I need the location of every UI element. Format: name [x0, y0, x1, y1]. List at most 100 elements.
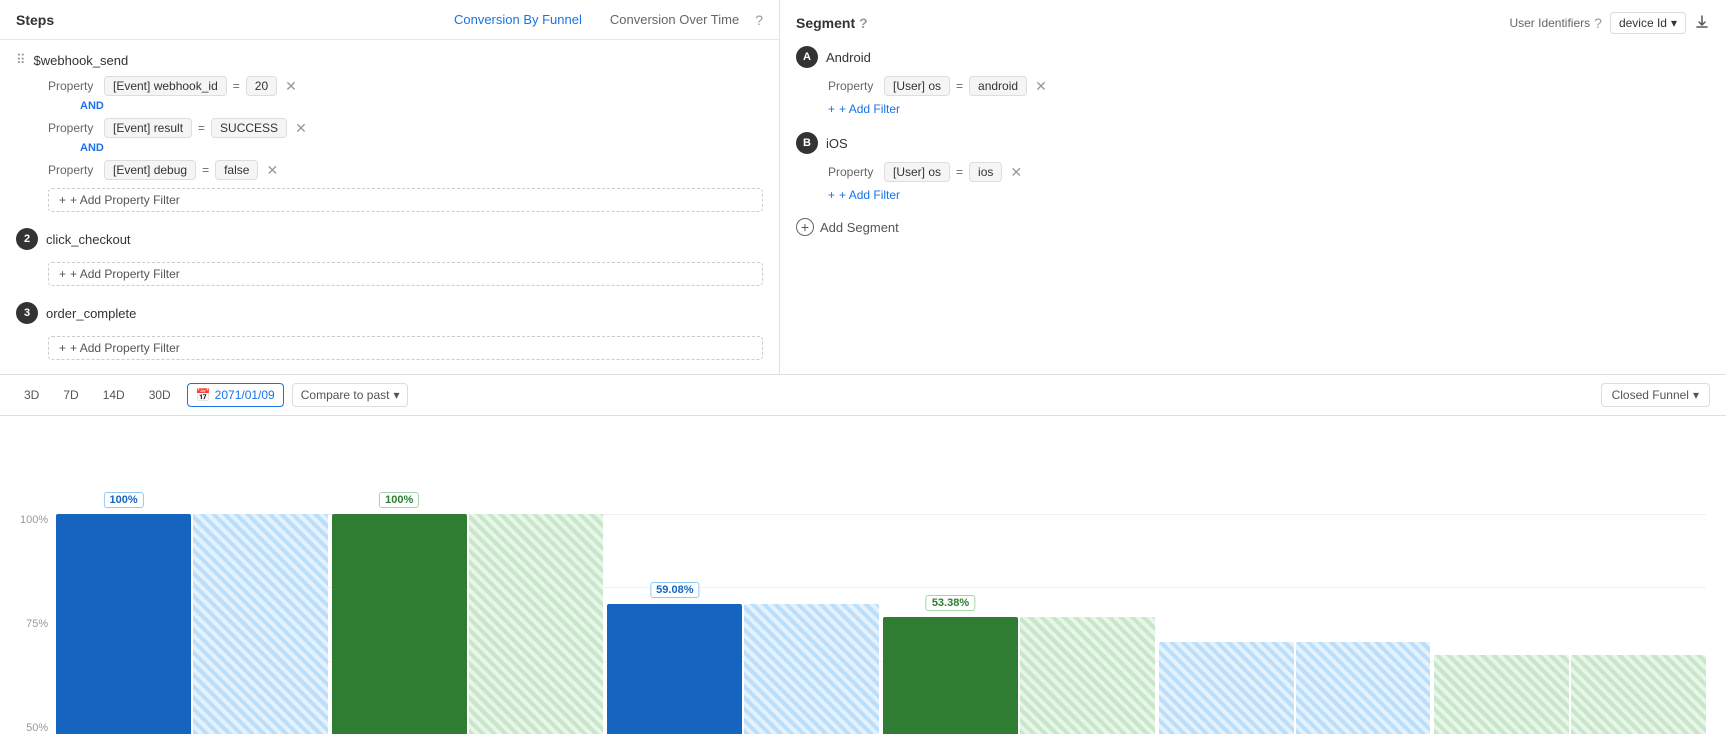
filter-row: Property [User] os = android ✕ [828, 76, 1710, 96]
date-picker-btn[interactable]: 📅 2071/01/09 [187, 383, 284, 407]
bar [1571, 655, 1706, 734]
segment-group-header: A Android [796, 46, 1710, 68]
tab-buttons: Conversion By Funnel Conversion Over Tim… [442, 8, 763, 31]
add-property-filter-btn-2[interactable]: + + Add Property Filter [48, 262, 763, 286]
add-property-filter-btn-3[interactable]: + + Add Property Filter [48, 336, 763, 360]
device-id-dropdown[interactable]: device Id ▾ [1610, 12, 1686, 34]
bar-label: 100% [379, 492, 419, 508]
segment-controls: User Identifiers ? device Id ▾ [1509, 12, 1710, 34]
segment-ios-filters: Property [User] os = ios ✕ + + Add Filte… [828, 162, 1710, 202]
add-filter-label: + Add Property Filter [70, 341, 180, 355]
drag-handle[interactable]: ⠿ [16, 52, 26, 68]
add-segment-label: Add Segment [820, 220, 899, 235]
compare-btn[interactable]: Compare to past ▾ [292, 383, 409, 407]
time-btn-30d[interactable]: 30D [141, 384, 179, 406]
chevron-down-icon: ▾ [1693, 388, 1699, 402]
time-btn-7d[interactable]: 7D [55, 384, 86, 406]
filter-value: SUCCESS [211, 118, 287, 138]
bar [469, 514, 604, 734]
bar [1296, 642, 1431, 734]
filter-label: Property [828, 165, 878, 179]
steps-content: ⠿ $webhook_send Property [Event] webhook… [0, 40, 779, 374]
steps-title: Steps [16, 12, 54, 28]
segment-group-header: B iOS [796, 132, 1710, 154]
bar-group-4: 53.38% [883, 514, 1155, 734]
filter-label: Property [828, 79, 878, 93]
plus-icon: + [796, 218, 814, 236]
add-filter-ios-btn[interactable]: + + Add Filter [828, 188, 900, 202]
user-id-help-icon[interactable]: ? [1594, 15, 1602, 31]
segment-help-icon[interactable]: ? [859, 15, 868, 31]
bar [744, 604, 879, 734]
time-btn-3d[interactable]: 3D [16, 384, 47, 406]
segment-android-filters: Property [User] os = android ✕ + + Add F… [828, 76, 1710, 116]
step-2-name: click_checkout [46, 232, 131, 247]
remove-filter-btn[interactable]: ✕ [1033, 79, 1049, 93]
calendar-icon: 📅 [196, 388, 211, 402]
steps-header: Steps Conversion By Funnel Conversion Ov… [0, 0, 779, 40]
download-btn[interactable] [1694, 14, 1710, 33]
filter-field[interactable]: [Event] webhook_id [104, 76, 227, 96]
bar-label: 59.08% [650, 582, 699, 598]
step-2-header: 2 click_checkout [16, 228, 763, 250]
bar-group-2: 100% [332, 514, 604, 734]
bar-group-6 [1434, 514, 1706, 734]
funnel-type-btn[interactable]: Closed Funnel ▾ [1601, 383, 1710, 407]
step-3-name: order_complete [46, 306, 136, 321]
remove-filter-btn[interactable]: ✕ [293, 121, 309, 135]
and-label: AND [80, 142, 763, 154]
tab-funnel[interactable]: Conversion By Funnel [442, 8, 594, 31]
filter-row: Property [Event] debug = false ✕ [48, 160, 763, 180]
step-item: ⠿ $webhook_send Property [Event] webhook… [16, 52, 763, 212]
bar [1020, 617, 1155, 734]
add-property-filter-btn-1[interactable]: + + Add Property Filter [48, 188, 763, 212]
segment-letter-a: A [796, 46, 818, 68]
segment-name-ios: iOS [826, 136, 848, 151]
y-axis: 100% 75% 50% [20, 514, 48, 734]
segment-name-android: Android [826, 50, 871, 65]
remove-filter-btn[interactable]: ✕ [264, 163, 280, 177]
step-number: 3 [16, 302, 38, 324]
filter-value: android [969, 76, 1027, 96]
help-icon[interactable]: ? [755, 12, 763, 28]
bar [1159, 642, 1294, 734]
remove-filter-btn[interactable]: ✕ [1008, 165, 1024, 179]
filter-label: Property [48, 121, 98, 135]
filter-field[interactable]: [Event] result [104, 118, 192, 138]
bottom-section: 3D 7D 14D 30D 📅 2071/01/09 Compare to pa… [0, 375, 1726, 746]
time-btn-14d[interactable]: 14D [95, 384, 133, 406]
remove-filter-btn[interactable]: ✕ [283, 79, 299, 93]
user-identifiers-label: User Identifiers ? [1509, 15, 1602, 31]
filter-op: = [202, 163, 209, 177]
filter-label: Property [48, 163, 98, 177]
tab-time[interactable]: Conversion Over Time [598, 8, 751, 31]
bar: 59.08% [607, 604, 742, 734]
bar-group-1: 100% [56, 514, 328, 734]
filter-op: = [956, 79, 963, 93]
filter-row: Property [Event] webhook_id = 20 ✕ [48, 76, 763, 96]
segment-group-android: A Android Property [User] os = android ✕… [796, 46, 1710, 116]
step-3-header: 3 order_complete [16, 302, 763, 324]
filter-field[interactable]: [User] os [884, 76, 950, 96]
bar-group-3: 59.08% [607, 514, 879, 734]
bar: 53.38% [883, 617, 1018, 734]
chart-area: 100% 75% 50% 100% 100% [0, 416, 1726, 746]
step-item: 2 click_checkout + + Add Property Filter [16, 228, 763, 286]
add-segment-btn[interactable]: + Add Segment [796, 218, 899, 236]
filter-field[interactable]: [User] os [884, 162, 950, 182]
steps-panel: Steps Conversion By Funnel Conversion Ov… [0, 0, 780, 374]
filter-value: ios [969, 162, 1002, 182]
segment-group-ios: B iOS Property [User] os = ios ✕ + + Add… [796, 132, 1710, 202]
step-1-header: ⠿ $webhook_send [16, 52, 763, 68]
bar-group-5 [1159, 514, 1431, 734]
add-filter-android-btn[interactable]: + + Add Filter [828, 102, 900, 116]
filter-op: = [956, 165, 963, 179]
segment-letter-b: B [796, 132, 818, 154]
filter-row: Property [Event] result = SUCCESS ✕ [48, 118, 763, 138]
bars-container: 100% 100% 59.08% 53.38% [56, 514, 1706, 734]
segment-title: Segment ? [796, 15, 868, 31]
y-label: 100% [20, 514, 48, 526]
filter-field[interactable]: [Event] debug [104, 160, 196, 180]
filter-op: = [198, 121, 205, 135]
filter-label: Property [48, 79, 98, 93]
